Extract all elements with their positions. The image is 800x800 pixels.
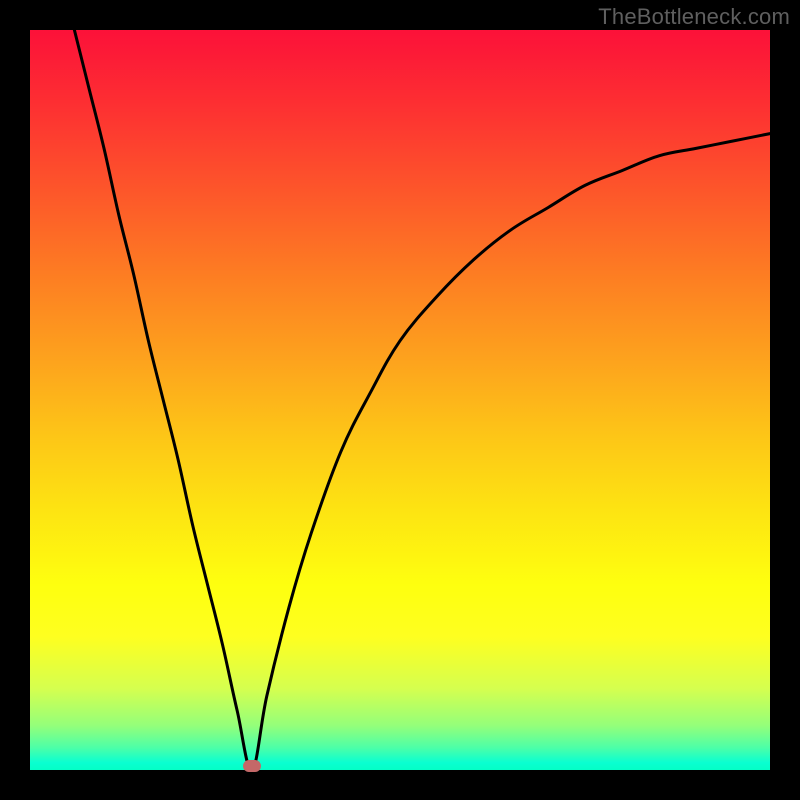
bottleneck-curve — [30, 30, 770, 770]
chart-frame: TheBottleneck.com — [0, 0, 800, 800]
minimum-marker — [243, 760, 261, 772]
watermark-text: TheBottleneck.com — [598, 4, 790, 30]
plot-area — [30, 30, 770, 770]
